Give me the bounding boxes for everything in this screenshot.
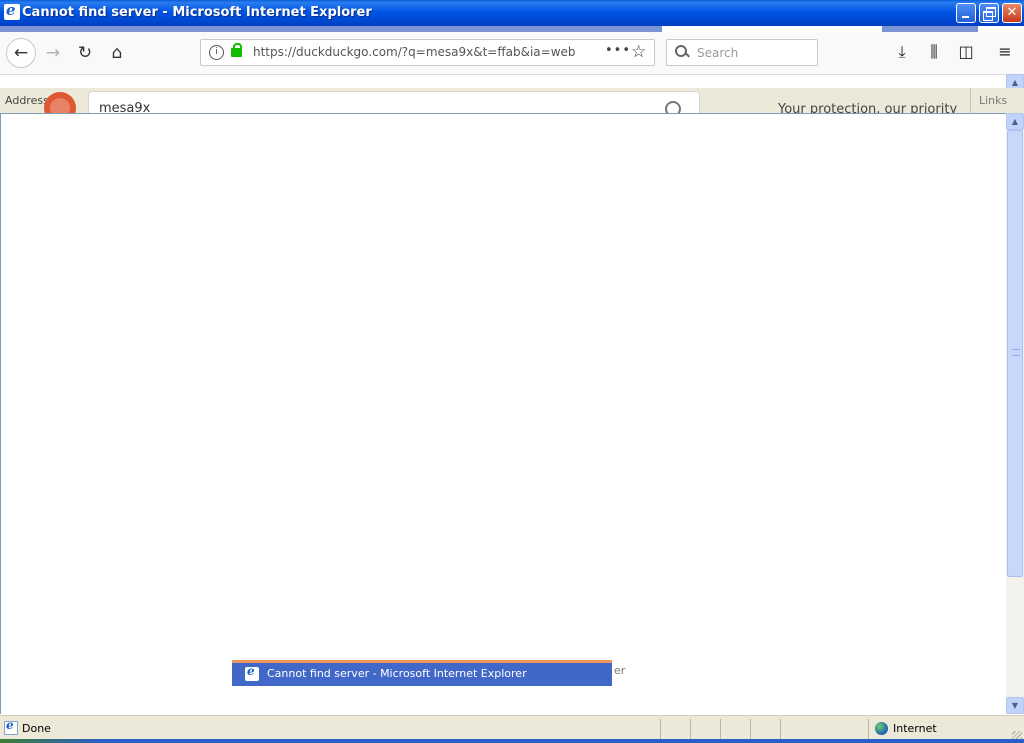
scrollbar-thumb[interactable] [1007, 130, 1023, 577]
ghost-firefox-toolbar: ← → ↻ ⌂ i https://duckduckgo.com/?q=mesa… [0, 32, 1024, 75]
home-icon[interactable]: ⌂ [105, 41, 129, 65]
window-title: Cannot find server - Microsoft Internet … [22, 5, 372, 20]
search-icon[interactable] [665, 101, 681, 113]
ddg-search-query[interactable]: mesa9x [99, 101, 150, 113]
ie-logo-icon[interactable] [4, 1, 20, 20]
status-text: Done [22, 722, 51, 735]
divider [750, 719, 751, 739]
divider [868, 719, 869, 739]
divider [720, 719, 721, 739]
ghost-text-fragment: er [614, 664, 626, 677]
search-icon [675, 45, 689, 59]
ie-logo-icon [245, 664, 259, 681]
scroll-up-icon[interactable]: ▲ [1006, 113, 1024, 130]
restore-button[interactable] [979, 3, 999, 23]
lock-icon [231, 43, 242, 57]
divider [780, 719, 781, 739]
taskbar-edge [0, 739, 1024, 743]
grip-icon [1012, 349, 1020, 356]
download-icon[interactable]: ⤓ [891, 41, 913, 63]
url-text[interactable]: https://duckduckgo.com/?q=mesa9x&t=ffab&… [253, 45, 576, 59]
page-content[interactable] [0, 113, 1006, 714]
url-bar[interactable]: i https://duckduckgo.com/?q=mesa9x&t=ffa… [200, 39, 655, 66]
reload-icon[interactable]: ↻ [73, 41, 97, 65]
bookmark-star-icon[interactable]: ☆ [631, 42, 646, 62]
scroll-down-icon[interactable]: ▼ [1006, 697, 1024, 714]
vertical-scrollbar[interactable]: ▲ ▼ [1006, 113, 1024, 714]
hamburger-menu-icon[interactable]: ≡ [994, 41, 1016, 63]
ghost-taskbar-button: Cannot find server - Microsoft Internet … [232, 660, 612, 686]
page-icon [4, 718, 18, 735]
back-arrow-icon[interactable]: ← [6, 38, 36, 68]
ghost-row [0, 75, 1024, 88]
close-button[interactable]: ✕ [1002, 3, 1022, 23]
duckduckgo-logo-icon[interactable] [44, 92, 76, 113]
page-actions-icon[interactable]: ••• [605, 43, 631, 58]
privacy-text: Your protection, our priority [778, 102, 958, 113]
forward-arrow-icon[interactable]: → [41, 41, 65, 65]
library-icon[interactable]: ⫼ [923, 41, 945, 63]
search-placeholder: Search [697, 46, 739, 60]
links-toolbar[interactable]: Links [970, 88, 1024, 113]
address-label: Address [5, 94, 49, 107]
internet-zone-icon [875, 722, 888, 735]
info-icon[interactable]: i [209, 45, 224, 60]
ghost-taskbar-text: Cannot find server - Microsoft Internet … [267, 667, 527, 680]
links-label: Links [979, 94, 1008, 107]
address-bar[interactable]: Address mesa9x Your protection, our prio… [0, 88, 1024, 113]
title-bar[interactable]: Cannot find server - Microsoft Internet … [0, 0, 1024, 26]
divider [690, 719, 691, 739]
minimize-button[interactable] [956, 3, 976, 23]
search-input[interactable]: Search [666, 39, 818, 66]
sidebar-icon[interactable]: ◫ [955, 41, 977, 63]
divider [660, 719, 661, 739]
ddg-search-box[interactable]: mesa9x [88, 91, 700, 113]
zone-text: Internet [893, 722, 937, 735]
